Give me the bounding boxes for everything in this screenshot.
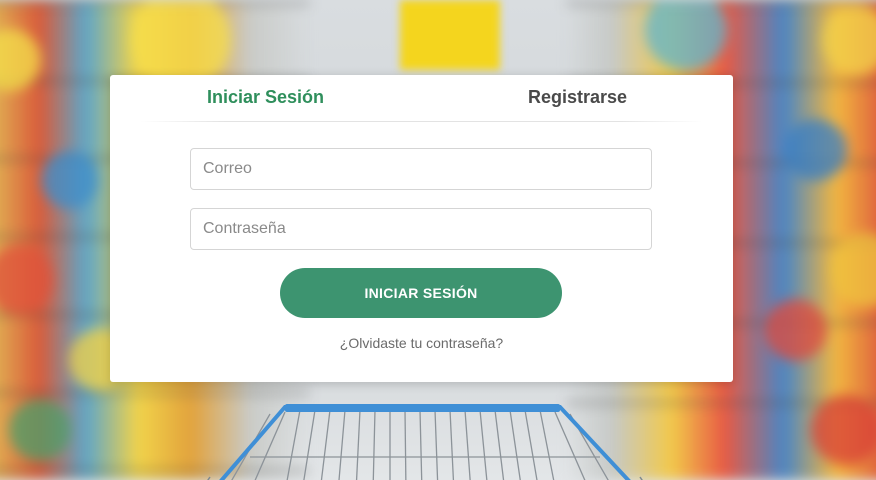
shopping-cart-image xyxy=(207,404,643,480)
password-field[interactable] xyxy=(190,208,652,250)
yellow-sign xyxy=(400,0,500,70)
email-field[interactable] xyxy=(190,148,652,190)
tab-divider xyxy=(140,121,703,122)
tab-register[interactable]: Registrarse xyxy=(528,87,627,108)
login-card: Iniciar Sesión Registrarse INICIAR SESIÓ… xyxy=(110,75,733,382)
tab-login[interactable]: Iniciar Sesión xyxy=(207,87,324,108)
forgot-password-link[interactable]: ¿Olvidaste tu contraseña? xyxy=(110,335,733,351)
login-button[interactable]: INICIAR SESIÓN xyxy=(280,268,562,318)
auth-tabs: Iniciar Sesión Registrarse xyxy=(110,75,733,121)
